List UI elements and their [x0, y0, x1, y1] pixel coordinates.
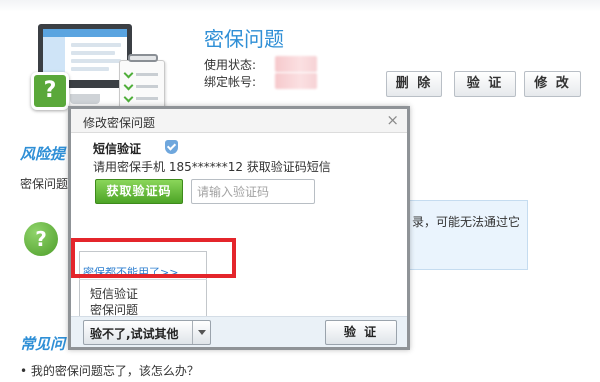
edit-button[interactable]: 修 改: [524, 71, 581, 97]
try-other-label: 验不了,试试其他: [90, 327, 179, 341]
get-code-button[interactable]: 获取验证码: [95, 179, 183, 204]
try-other-dropdown[interactable]: 验不了,试试其他: [83, 320, 211, 345]
page-title: 密保问题: [204, 27, 284, 51]
risk-section-title: 风险提: [20, 145, 66, 163]
account-value-blurred: [275, 73, 317, 89]
verify-button[interactable]: 验 证: [454, 71, 516, 97]
sms-verify-title: 短信验证: [93, 142, 142, 156]
dialog-header: 修改密保问题 ×: [71, 109, 407, 133]
faq-link[interactable]: • 我的密保问题忘了，该怎么办？: [20, 362, 199, 379]
risk-text: 密保问题: [20, 177, 69, 191]
menu-divider: [79, 279, 207, 280]
verification-code-input[interactable]: [191, 179, 315, 204]
account-label: 绑定帐号:: [204, 75, 257, 89]
dialog-verify-button[interactable]: 验 证: [325, 320, 397, 345]
status-label: 使用状态:: [204, 58, 257, 72]
split-divider: [192, 321, 193, 344]
dialog-title: 修改密保问题: [83, 116, 156, 130]
shield-icon: [165, 140, 178, 154]
top-bar: [0, 0, 600, 12]
question-icon: ?: [24, 222, 58, 256]
sms-description: 请用密保手机 185******12 获取验证码短信: [93, 160, 331, 174]
faq-title: 常见问: [20, 335, 66, 353]
note-box: [400, 200, 528, 270]
modify-security-dialog: 修改密保问题 × 短信验证 请用密保手机 185******12 获取验证码短信…: [68, 106, 410, 350]
checklist-icon: [119, 60, 165, 110]
note-text: 录，可能无法通过它: [412, 215, 521, 229]
caret-down-icon[interactable]: [198, 330, 206, 335]
question-badge-icon: ?: [31, 72, 69, 110]
red-highlight-box: [71, 238, 236, 278]
status-value-blurred: [275, 56, 317, 72]
menu-item-sms[interactable]: 短信验证: [90, 285, 138, 302]
close-icon[interactable]: ×: [386, 112, 399, 128]
delete-button[interactable]: 删 除: [386, 71, 442, 97]
